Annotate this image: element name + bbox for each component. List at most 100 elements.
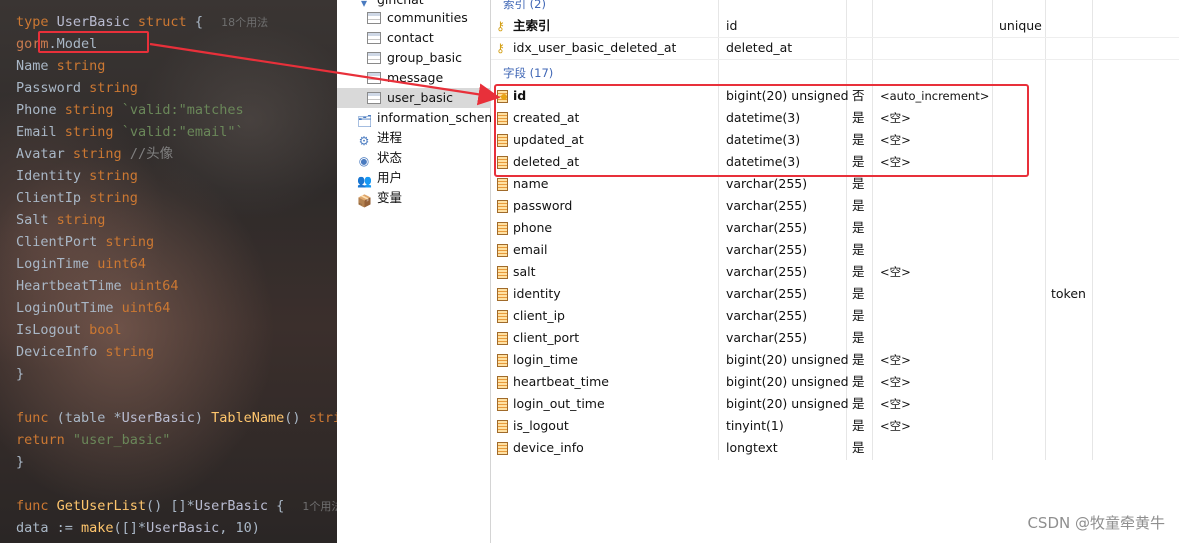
code-token: DeviceInfo (16, 344, 106, 360)
code-token: Avatar (16, 146, 73, 162)
code-token: "user_basic" (72, 432, 171, 448)
code-token: Name (16, 58, 57, 74)
field-type: longtext (726, 440, 778, 455)
field-row-client_ip[interactable]: client_ip varchar(255) 是 (491, 305, 1179, 327)
field-default: <空> (880, 353, 911, 367)
object-tree[interactable]: ▾ginchatcommunitiescontactgroup_basicmes… (337, 0, 491, 543)
field-name: client_port (513, 330, 580, 345)
tree-item-label: 进程 (377, 130, 403, 145)
field-type: varchar(255) (726, 286, 808, 301)
tree-item-状态[interactable]: ◉ 状态 (337, 148, 491, 168)
usage-hint: 18个用法 (221, 16, 269, 29)
tree-item-label: contact (387, 30, 434, 45)
code-line: Email string `valid:"email"` (16, 121, 244, 143)
field-row-identity[interactable]: identity varchar(255) 是 token (491, 283, 1179, 305)
code-token: UserBasic (146, 520, 220, 536)
code-token: string (72, 146, 130, 162)
field-icon (497, 420, 508, 433)
code-token: } (16, 454, 25, 470)
field-default: <空> (880, 397, 911, 411)
code-token: ClientIp (16, 190, 90, 206)
code-token: Password (16, 80, 90, 96)
code-line: LoginTime uint64 (16, 253, 146, 275)
field-section-label: 字段 (17) (503, 66, 554, 80)
tree-item-contact[interactable]: contact (337, 28, 491, 48)
code-line: IsLogout bool (16, 319, 122, 341)
code-line: LoginOutTime uint64 (16, 297, 170, 319)
field-row-password[interactable]: password varchar(255) 是 (491, 195, 1179, 217)
field-name: is_logout (513, 418, 569, 433)
field-row-device_info[interactable]: device_info longtext 是 (491, 437, 1179, 459)
field-row-salt[interactable]: salt varchar(255) 是 <空> (491, 261, 1179, 283)
field-row-login_out_time[interactable]: login_out_time bigint(20) unsigned 是 <空> (491, 393, 1179, 415)
code-token: string (56, 212, 106, 228)
code-line: Identity string (16, 165, 138, 187)
status-icon: ◉ (358, 154, 370, 168)
tree-item-label: information_schem (377, 110, 491, 125)
gorm-fields-highlight-box (494, 84, 1029, 177)
tree-item-进程[interactable]: ⚙ 进程 (337, 128, 491, 148)
field-icon (497, 200, 508, 213)
index-row[interactable]: ⚷ idx_user_basic_deleted_at deleted_at (491, 37, 1179, 59)
field-icon (497, 244, 508, 257)
tree-item-communities[interactable]: communities (337, 8, 491, 28)
field-name: login_time (513, 352, 578, 367)
field-type: varchar(255) (726, 264, 808, 279)
code-line: Name string (16, 55, 105, 77)
field-icon (497, 288, 508, 301)
field-nullable: 是 (852, 396, 865, 411)
field-row-email[interactable]: email varchar(255) 是 (491, 239, 1179, 261)
tree-item-label: 用户 (377, 170, 403, 185)
field-icon (497, 310, 508, 323)
code-line: return "user_basic" (16, 429, 170, 451)
field-default: <空> (880, 265, 911, 279)
code-token: type (16, 14, 57, 30)
field-name: phone (513, 220, 553, 235)
field-row-is_logout[interactable]: is_logout tinyint(1) 是 <空> (491, 415, 1179, 437)
field-nullable: 是 (852, 242, 865, 257)
table-icon (367, 52, 381, 64)
code-token: Email (16, 124, 65, 140)
code-token: return (16, 432, 73, 448)
tree-item-用户[interactable]: 👥 用户 (337, 168, 491, 188)
code-token: GetUserList (56, 498, 147, 514)
code-line: Password string (16, 77, 138, 99)
table-design-pane: 索引 (2) 字段 (17) ⚷ 主索引 id unique ⚷ idx_user_bas… (491, 0, 1179, 543)
field-nullable: 是 (852, 286, 865, 301)
field-type: bigint(20) unsigned (726, 396, 849, 411)
code-token: string (105, 344, 155, 360)
field-icon (497, 178, 508, 191)
index-field: id (726, 18, 738, 33)
gorm-model-highlight-box (38, 31, 149, 53)
field-row-client_port[interactable]: client_port varchar(255) 是 (491, 327, 1179, 349)
code-token: data := (16, 520, 82, 536)
code-token: UserBasic (56, 14, 138, 30)
field-type: bigint(20) unsigned (726, 352, 849, 367)
field-row-phone[interactable]: phone varchar(255) 是 (491, 217, 1179, 239)
code-token: Identity (16, 168, 90, 184)
table-icon (367, 92, 381, 104)
field-nullable: 是 (852, 308, 865, 323)
tree-item-information_schem[interactable]: 🗂 information_schem (337, 108, 491, 128)
code-editor[interactable]: type UserBasic struct { 18个用法 gorm.Model… (0, 0, 337, 543)
field-row-heartbeat_time[interactable]: heartbeat_time bigint(20) unsigned 是 <空> (491, 371, 1179, 393)
tree-item-group_basic[interactable]: group_basic (337, 48, 491, 68)
field-nullable: 是 (852, 220, 865, 235)
field-icon (497, 398, 508, 411)
users-icon: 👥 (357, 174, 372, 188)
field-icon (497, 442, 508, 455)
field-row-login_time[interactable]: login_time bigint(20) unsigned 是 <空> (491, 349, 1179, 371)
code-token: string (64, 124, 122, 140)
field-type: varchar(255) (726, 220, 808, 235)
tree-item-label: message (387, 70, 444, 85)
code-token: Phone (16, 102, 65, 118)
tree-item-message[interactable]: message (337, 68, 491, 88)
field-nullable: 是 (852, 352, 865, 367)
tree-item-user_basic[interactable]: user_basic (337, 88, 491, 108)
index-row[interactable]: ⚷ 主索引 id unique (491, 15, 1179, 37)
tree-item-变量[interactable]: 📦 变量 (337, 188, 491, 208)
code-token: string (89, 168, 138, 184)
code-token: string (64, 102, 122, 118)
code-token: () []* (146, 498, 195, 514)
field-name: email (513, 242, 548, 257)
